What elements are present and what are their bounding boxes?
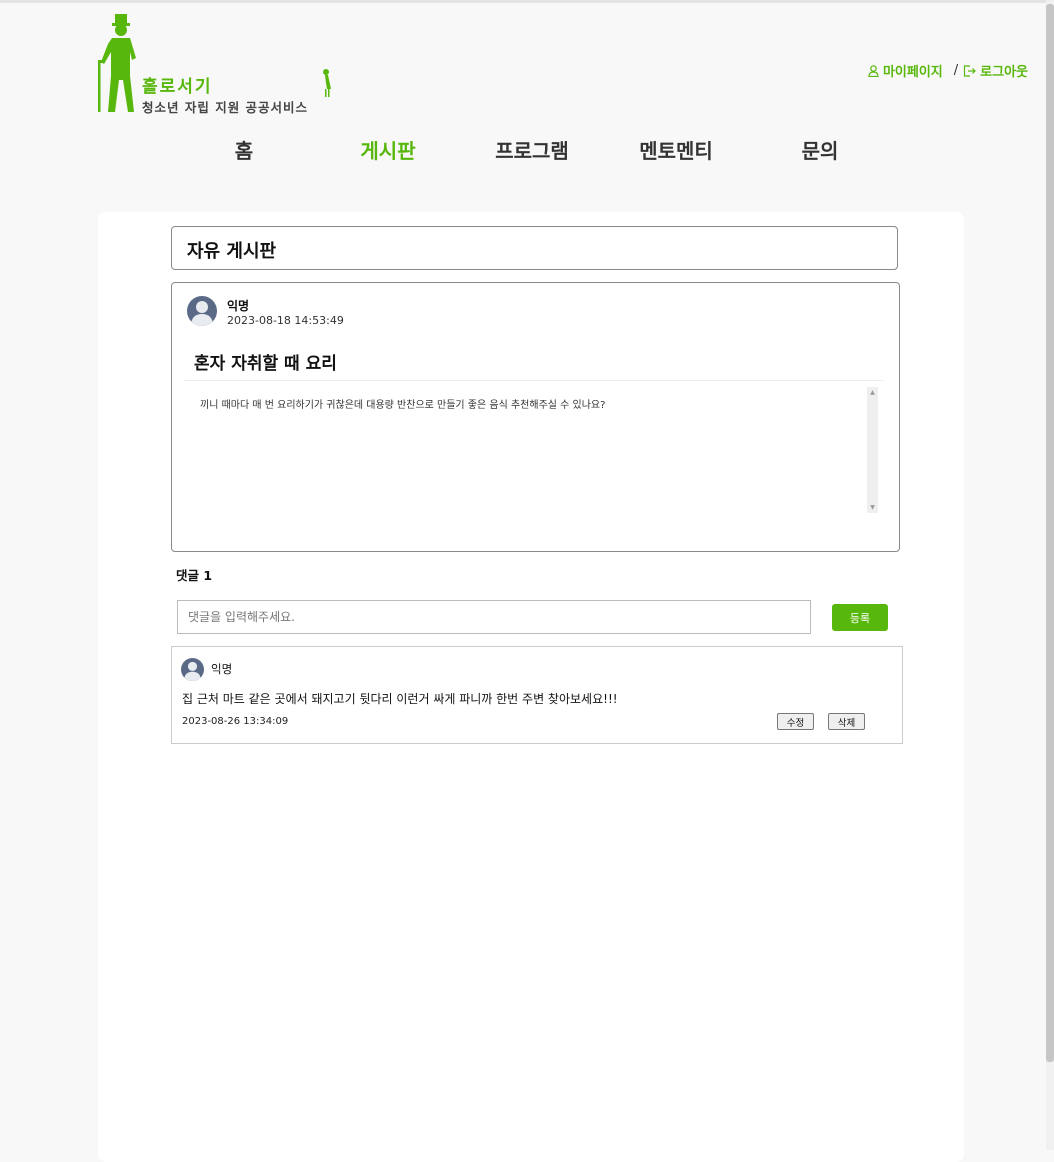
user-icon (868, 64, 879, 77)
page-scrollbar-thumb[interactable] (1046, 4, 1054, 1062)
post-date: 2023-08-18 14:53:49 (227, 314, 344, 327)
post-body-scrollbar[interactable]: ▲ ▼ (867, 387, 878, 513)
post-divider (184, 380, 884, 381)
window-top-border (0, 0, 1054, 3)
comment-author: 익명 (211, 662, 233, 676)
comment-text: 집 근처 마트 같은 곳에서 돼지고기 뒷다리 이런거 싸게 파니까 한번 주변… (182, 692, 618, 706)
scroll-down-arrow-icon[interactable]: ▼ (867, 504, 878, 511)
post-card: 익명 2023-08-18 14:53:49 혼자 자취할 때 요리 끼니 때마… (171, 282, 900, 552)
comment-date: 2023-08-26 13:34:09 (182, 716, 289, 727)
logo-title: 홀로서기 (142, 77, 213, 97)
avatar (181, 658, 204, 681)
default-avatar-icon (191, 301, 213, 326)
mypage-label: 마이페이지 (882, 65, 943, 80)
post-author: 익명 (227, 299, 250, 313)
comment-input[interactable] (178, 601, 810, 633)
default-avatar-icon (184, 661, 201, 681)
menu-separator: / (953, 63, 959, 78)
post-title: 혼자 자취할 때 요리 (194, 354, 337, 374)
site-logo[interactable]: 홀로서기 청소년 자립 지원 공공서비스 (96, 12, 341, 116)
logout-link[interactable]: 로그아웃 (963, 61, 1028, 80)
tab-mentoring[interactable]: 멘토멘티 (604, 135, 748, 164)
tab-home[interactable]: 홈 (172, 135, 316, 164)
comment-input-box (177, 600, 811, 634)
logout-label: 로그아웃 (980, 65, 1028, 80)
main-nav: 홈 게시판 프로그램 멘토멘티 문의 (172, 135, 892, 165)
main-panel: 자유 게시판 익명 2023-08-18 14:53:49 혼자 자취할 때 요… (98, 212, 964, 1162)
logout-icon (964, 64, 977, 77)
scroll-up-arrow-icon[interactable]: ▲ (867, 389, 878, 396)
board-title: 자유 게시판 (187, 241, 277, 262)
comment-edit-button[interactable]: 수정 (777, 713, 814, 730)
logo-subtitle: 청소년 자립 지원 공공서비스 (142, 100, 309, 115)
post-body-text: 끼니 때마다 매 번 요리하기가 귀찮은데 대용량 반찬으로 만들기 좋은 음식… (200, 400, 606, 411)
board-title-box: 자유 게시판 (171, 226, 898, 270)
user-menu: 마이페이지 / 로그아웃 (868, 61, 1028, 80)
avatar (187, 296, 217, 326)
tab-board[interactable]: 게시판 (316, 135, 460, 164)
post-body[interactable]: 끼니 때마다 매 번 요리하기가 귀찮은데 대용량 반찬으로 만들기 좋은 음식… (186, 387, 878, 513)
comment-delete-button[interactable]: 삭제 (828, 713, 865, 730)
tab-inquiry[interactable]: 문의 (748, 135, 892, 164)
mypage-link[interactable]: 마이페이지 (868, 61, 943, 80)
tab-program[interactable]: 프로그램 (460, 135, 604, 164)
comment-item: 익명 집 근처 마트 같은 곳에서 돼지고기 뒷다리 이런거 싸게 파니까 한번… (171, 646, 903, 744)
comment-count: 댓글 1 (176, 568, 213, 583)
page-scrollbar[interactable] (1046, 0, 1054, 1150)
comment-submit-button[interactable]: 등록 (832, 604, 888, 631)
